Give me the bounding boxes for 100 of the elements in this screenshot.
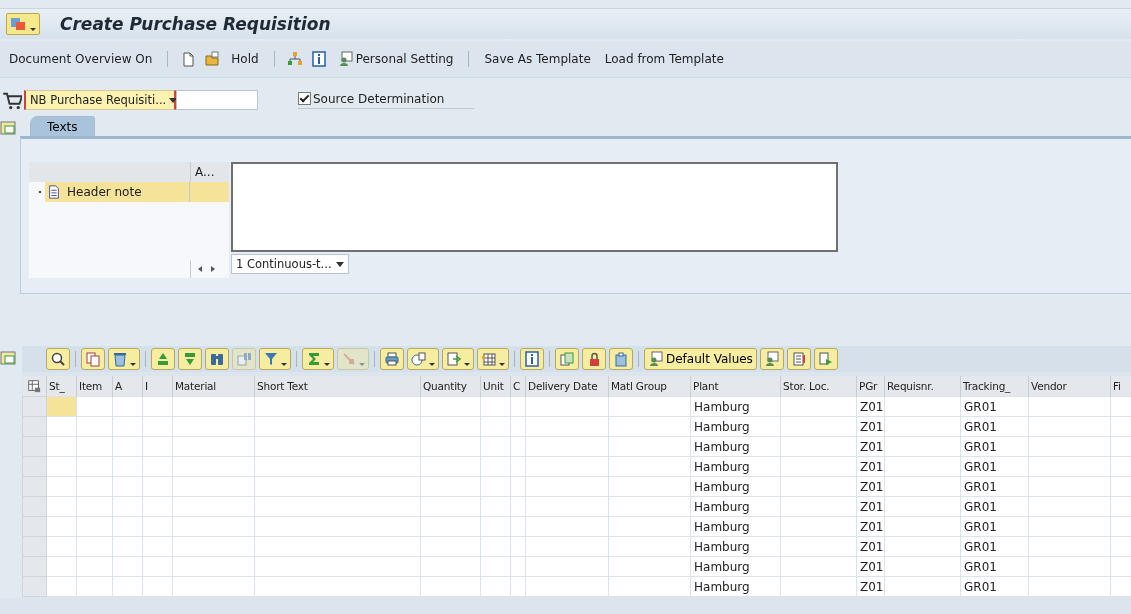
caret-icon [464,363,470,366]
toolbar-button[interactable] [380,348,404,370]
column-header[interactable]: Item [76,376,113,397]
copy-icon [85,351,101,367]
table-cell[interactable] [1028,396,1111,417]
toolbar-button[interactable]: Save As Template [481,50,594,68]
caret-icon [336,261,344,267]
panel-toggle-icon [0,120,16,136]
scroll-left-button[interactable] [197,264,205,274]
documents-icon [559,351,575,367]
tab[interactable]: Texts [30,116,95,136]
row-selector[interactable] [22,516,47,537]
column-header[interactable]: Material [172,376,255,397]
table-cell[interactable] [172,396,255,417]
toolbar-button[interactable] [786,348,811,370]
table-cell[interactable] [112,396,143,417]
panel-toggle-icon [0,350,16,366]
caret-icon [359,363,365,366]
table-cell[interactable] [884,396,961,417]
column-settings-icon [26,379,41,393]
table-cell[interactable] [46,396,77,417]
toolbar-button[interactable] [46,348,70,370]
column-header[interactable]: Quantity [420,376,481,397]
toolbar-button[interactable] [205,348,229,370]
column-header[interactable]: Plant [690,376,781,397]
system-menu-button[interactable] [6,13,40,35]
caret-icon [130,363,136,366]
column-header[interactable]: Requisnr. [884,376,961,397]
person-settings-icon [337,51,354,67]
folder-icon[interactable] [204,51,221,67]
column-header[interactable]: Vendor [1028,376,1111,397]
toolbar-button[interactable] [520,348,544,370]
cart-icon [2,90,22,110]
sigma-icon [306,351,322,367]
row-selector[interactable] [22,456,47,477]
checkbox[interactable] [298,92,311,105]
table-cell[interactable]: Hamburg [690,396,781,417]
column-header[interactable]: Matl Group [608,376,691,397]
column-header[interactable]: Stor. Loc. [780,376,857,397]
toolbar-button[interactable]: Hold [228,50,262,68]
row-selector[interactable] [22,576,47,597]
column-header[interactable]: PGr [856,376,885,397]
personal-setting-button[interactable]: Personal Setting [334,49,457,69]
column-header[interactable]: Short Text [254,376,421,397]
table-cell[interactable] [254,396,421,417]
row-selector[interactable] [22,536,47,557]
row-selector[interactable] [22,476,47,497]
export-icon [446,351,462,367]
row-selector[interactable] [22,496,47,517]
grid-icon [481,351,497,367]
sort-descending-icon [182,351,198,367]
document-type-dropdown[interactable]: NB Purchase Requisiti... [24,90,176,110]
subtotal-icon [341,351,357,367]
printer-icon [384,351,400,367]
column-header[interactable]: St_ [46,376,77,397]
page-forward-icon [817,351,834,367]
column-header[interactable]: Unit [480,376,511,397]
row-selector[interactable] [22,416,47,437]
table-cell[interactable] [76,396,113,417]
table-cell[interactable]: GR01 [960,396,1029,417]
table-cell[interactable] [608,396,691,417]
row-selector[interactable] [22,436,47,457]
column-header[interactable]: Delivery Date [525,376,609,397]
table-cell[interactable] [780,396,857,417]
text-editor[interactable] [231,162,838,252]
filter-icon [263,351,279,367]
toolbar-button[interactable]: Load from Template [601,50,727,68]
table-cell[interactable] [525,396,609,417]
format-dropdown[interactable]: 1 Continuous-t... [231,254,349,274]
table-cell[interactable]: Z01 [856,396,885,417]
table-cell[interactable] [420,396,481,417]
toolbar-button[interactable] [108,348,140,370]
trash-icon [112,351,128,367]
binoculars-icon [209,351,225,367]
tree-node[interactable]: Header note [45,182,189,202]
row-selector[interactable] [22,556,47,577]
binoculars-document-icon [236,351,252,367]
table-cell[interactable] [142,396,173,417]
column-header: A... [194,164,216,181]
column-header[interactable]: Tracking_ [960,376,1029,397]
info-icon[interactable] [310,51,327,67]
row-selector[interactable] [22,396,47,417]
person-settings-icon [763,351,780,367]
list-icon [790,351,807,367]
document-icon[interactable] [180,51,197,67]
caret-icon [499,363,505,366]
default-values-button[interactable]: Default Values [644,348,757,370]
column-header[interactable]: Fi [1110,376,1131,397]
column-header[interactable]: A [112,376,143,397]
caret-icon [324,363,330,366]
table-cell[interactable] [480,396,511,417]
document-number-field[interactable] [176,90,258,110]
caret-icon [429,363,435,366]
magnifier-icon [50,351,66,367]
sort-ascending-icon [155,351,171,367]
info-icon [524,351,540,367]
column-header[interactable]: I [142,376,173,397]
toolbar-button[interactable]: Document Overview On [6,50,156,68]
note-icon [47,185,61,199]
hierarchy-icon[interactable] [286,51,303,67]
